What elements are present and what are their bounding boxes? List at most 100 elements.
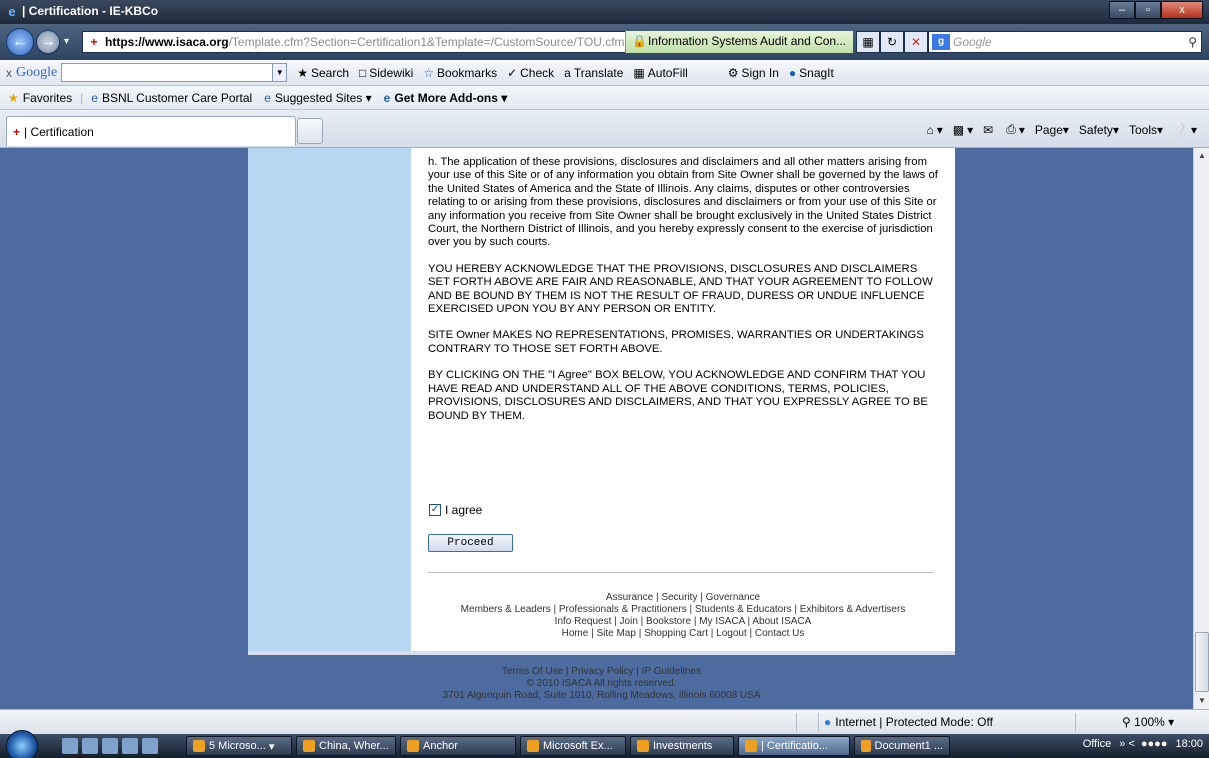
print-button[interactable]: ⎙ ▾ [1006, 122, 1025, 137]
toolbar-sidewiki-label: Sidewiki [369, 65, 414, 80]
scroll-up-arrow-icon[interactable]: ▲ [1194, 148, 1209, 164]
favorites-button[interactable]: ★ Favorites [8, 91, 72, 105]
office-toolbar[interactable]: Office [1083, 738, 1112, 750]
toolbar-signin-button[interactable]: ⚙ Sign In [728, 66, 779, 80]
start-button[interactable] [6, 730, 38, 758]
agree-checkbox[interactable]: ✓ [429, 504, 441, 516]
show-desktop-icon[interactable] [62, 738, 78, 754]
toolbar-signin-label: Sign In [741, 65, 779, 80]
scroll-down-arrow-icon[interactable]: ▼ [1194, 693, 1209, 709]
google-search-provider-icon: g [932, 34, 950, 50]
copyright-text: © 2010 ISACA All rights reserved. [526, 678, 677, 689]
scrollbar-thumb[interactable] [1195, 632, 1209, 692]
new-tab-button[interactable] [297, 118, 323, 144]
tools-menu[interactable]: Tools ▾ [1129, 123, 1163, 137]
google-logo: Google [16, 64, 58, 80]
chevron-down-icon[interactable]: ▼ [273, 63, 288, 82]
google-toolbar-search-input[interactable] [61, 63, 274, 82]
taskbar-item[interactable]: China, Wher... [296, 736, 396, 756]
page-menu-label: Page [1034, 122, 1063, 137]
vertical-scrollbar[interactable]: ▲ ▼ [1193, 148, 1209, 709]
clock[interactable]: 18:00 [1175, 738, 1203, 750]
zoom-control[interactable]: ⚲ 100% ▾ [1122, 715, 1174, 729]
footer-audience-links[interactable]: Members & Leaders | Professionals & Prac… [411, 604, 955, 616]
quick-launch [62, 738, 162, 754]
taskbar-item-label: | Certificatio... [761, 740, 829, 752]
refresh-icon[interactable]: ↻ [880, 31, 904, 53]
command-bar: ⌂ ▾ ▩ ▾ ✉ ⎙ ▾ Page ▾ Safety ▾ Tools ▾ ❔ ▾ [916, 122, 1197, 137]
minimize-button[interactable]: – [1109, 1, 1135, 19]
search-input[interactable]: g Google ⚲ [928, 31, 1202, 53]
globe-icon: ● [824, 715, 832, 729]
close-button[interactable]: x [1161, 1, 1203, 19]
star-icon: ☆ [423, 65, 435, 80]
page-viewport: h. The application of these provisions, … [0, 148, 1193, 709]
zoom-level: 100% [1134, 715, 1165, 729]
print-icon: ⎙ [1006, 122, 1016, 136]
taskbar-item[interactable]: Investments [630, 736, 734, 756]
favorites-link-bsnl[interactable]: e BSNL Customer Care Portal [91, 91, 252, 105]
page-menu[interactable]: Page ▾ [1035, 123, 1069, 137]
search-icon[interactable]: ⚲ [1188, 35, 1197, 49]
stop-icon[interactable]: ✕ [904, 31, 928, 53]
toolbar-translate-button[interactable]: a Translate [564, 66, 623, 80]
favorites-link-suggested-sites[interactable]: e Suggested Sites ▾ [264, 91, 371, 105]
search-placeholder: Google [953, 35, 992, 49]
footer-info-links[interactable]: Info Request | Join | Bookstore | My ISA… [411, 616, 955, 628]
close-toolbar-icon[interactable]: x [6, 66, 12, 80]
toolbar-autofill-button[interactable]: ▦ AutoFill [633, 66, 687, 80]
toolbar-snagit-button[interactable]: ● SnagIt [789, 66, 834, 80]
home-button[interactable]: ⌂ ▾ [926, 123, 942, 137]
security-zone-status[interactable]: ● Internet | Protected Mode: Off [824, 715, 993, 729]
taskbar-item[interactable]: Microsoft Ex... [520, 736, 626, 756]
taskbar-item[interactable]: Document1 ... [854, 736, 950, 756]
compatibility-view-icon[interactable]: ▦ [856, 31, 880, 53]
link-label: Get More Add-ons [394, 90, 498, 105]
url-domain: www.isaca.org [145, 35, 229, 49]
quick-launch-app-icon[interactable] [102, 738, 118, 754]
toolbar-bookmarks-label: Bookmarks [437, 65, 498, 80]
divider [428, 572, 934, 573]
media-player-icon[interactable] [122, 738, 138, 754]
feeds-button[interactable]: ▩ ▾ [953, 123, 973, 137]
taskbar-item-active[interactable]: | Certificatio... [738, 736, 850, 756]
recent-pages-dropdown-icon[interactable]: ▾ [64, 36, 69, 47]
legal-links[interactable]: Terms Of Use | Privacy Policy | IP Guide… [248, 666, 955, 678]
ie-icon: e [8, 4, 16, 19]
taskbar-item[interactable]: 5 Microso... ▾ [186, 736, 292, 756]
footer-nav-links[interactable]: Home | Site Map | Shopping Cart | Logout… [411, 628, 955, 640]
tray-icons[interactable]: ●●●● [1141, 738, 1168, 750]
tab-certification[interactable]: + | Certification [6, 116, 296, 146]
footer-tagline[interactable]: Assurance | Security | Governance [411, 592, 955, 604]
back-button[interactable]: ← [6, 28, 34, 56]
mail-icon: ✉ [983, 122, 994, 137]
favorites-link-add-ons[interactable]: e Get More Add-ons ▾ [384, 91, 508, 105]
tab-bar: + | Certification ⌂ ▾ ▩ ▾ ✉ ⎙ ▾ Page ▾ Safet… [0, 110, 1209, 148]
excel-icon [527, 740, 539, 752]
safety-menu[interactable]: Safety ▾ [1079, 123, 1119, 137]
agree-checkbox-row[interactable]: ✓ I agree [429, 503, 482, 517]
spellcheck-icon: ✓ [507, 65, 518, 80]
security-identity-badge[interactable]: 🔒 Information Systems Audit and Con... [625, 31, 853, 53]
forward-button[interactable]: → [36, 30, 60, 54]
tray-expand-icon[interactable]: » < [1119, 738, 1135, 750]
switch-windows-icon[interactable] [82, 738, 98, 754]
divider [1075, 713, 1076, 732]
toolbar-check-button[interactable]: ✓ Check [507, 66, 554, 80]
app-icon [303, 740, 315, 752]
mail-button[interactable]: ✉ [983, 123, 996, 137]
proceed-button[interactable]: Proceed [428, 534, 513, 552]
toolbar-search-button[interactable]: ★ Search [297, 66, 349, 80]
address-text: 3701 Algonquin Road, Suite 1010, Rolling… [442, 690, 761, 701]
maximize-button[interactable]: ▫ [1135, 1, 1161, 19]
taskbar-item-label: Anchor [423, 740, 458, 752]
taskbar-item[interactable]: Anchor [400, 736, 516, 756]
quick-launch-app-icon[interactable] [142, 738, 158, 754]
toolbar-bookmarks-button[interactable]: ☆ Bookmarks [423, 66, 497, 80]
ie-page-icon: e [383, 90, 391, 105]
page-bottom-band [248, 651, 955, 655]
google-toolbar: x Google ▼ ★ Search □ Sidewiki ☆ Bookmarks … [0, 60, 1209, 86]
help-button[interactable]: ❔ ▾ [1173, 123, 1197, 137]
toolbar-sidewiki-button[interactable]: □ Sidewiki [359, 66, 413, 80]
favorites-star-icon: ★ [8, 90, 19, 105]
